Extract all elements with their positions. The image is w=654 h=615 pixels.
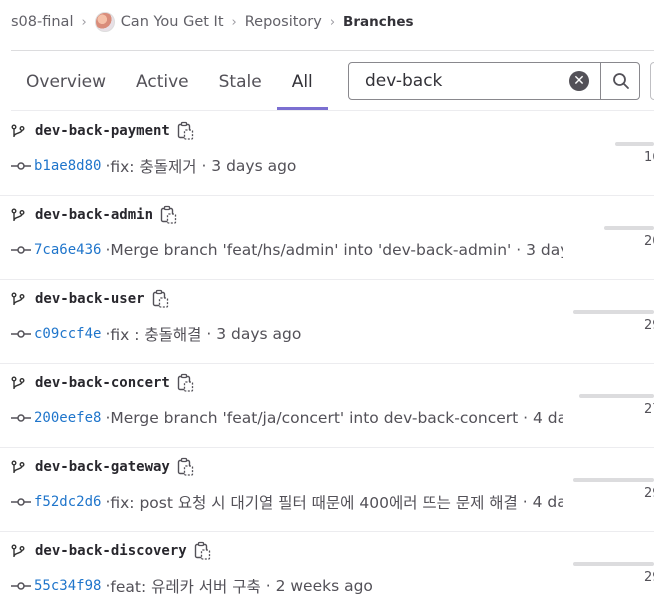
commit-separator: ·: [260, 577, 276, 595]
breadcrumb-section-link[interactable]: Repository: [245, 14, 322, 30]
commit-sha-link[interactable]: 7ca6e436: [34, 242, 101, 258]
commit-sha-link[interactable]: 200eefe8: [34, 410, 101, 426]
branch-name-link[interactable]: dev-back-discovery: [35, 543, 187, 559]
branch-icon: [11, 292, 25, 305]
copy-icon[interactable]: [177, 457, 195, 477]
commit-message-link[interactable]: fix: post 요청 시 대기열 필터 때문에 400에러 뜨는 문제 해결: [110, 491, 517, 513]
commit-time: 3 days ago: [211, 157, 297, 175]
project-avatar: [94, 12, 115, 32]
branch-search: ✕: [348, 62, 640, 100]
branch-name-link[interactable]: dev-back-payment: [35, 123, 170, 139]
branch-row: dev-back-gateway f52dc2d6 · fix: post 요청…: [0, 447, 654, 532]
branch-icon: [11, 544, 25, 557]
commit-sha-link[interactable]: 55c34f98: [34, 578, 101, 594]
breadcrumb-project-link[interactable]: Can You Get It: [121, 14, 224, 30]
tab-stale[interactable]: Stale: [204, 62, 277, 108]
commit-time: 4 days ago: [533, 409, 563, 427]
commit-separator: ·: [201, 325, 217, 343]
copy-icon[interactable]: [160, 205, 178, 225]
commit-time: 3 days ago: [216, 325, 302, 343]
branch-row: dev-back-discovery 55c34f98 · feat: 유레카 …: [0, 531, 654, 615]
tab-active[interactable]: Active: [121, 62, 204, 108]
commit-icon: [11, 162, 31, 170]
branch-name-link[interactable]: dev-back-concert: [35, 375, 170, 391]
commit-sha-link[interactable]: b1ae8d80: [34, 158, 101, 174]
commit-message-link[interactable]: Merge branch 'feat/ja/concert' into dev-…: [110, 409, 518, 427]
branch-row: dev-back-payment b1ae8d80 · fix: 충돌제거 · …: [0, 111, 654, 196]
branch-row: dev-back-admin 7ca6e436 · Merge branch '…: [0, 195, 654, 280]
copy-icon[interactable]: [177, 373, 195, 393]
branch-name-link[interactable]: dev-back-gateway: [35, 459, 170, 475]
commit-icon: [11, 330, 31, 338]
divergence-count: 16: [644, 150, 654, 165]
more-actions-button[interactable]: [650, 62, 654, 100]
chevron-right-icon: ›: [231, 14, 237, 30]
breadcrumb: s08-final › Can You Get It › Repository …: [11, 11, 414, 33]
breadcrumb-group-link[interactable]: s08-final: [11, 14, 73, 30]
copy-icon[interactable]: [194, 541, 212, 561]
branch-icon: [11, 460, 25, 473]
search-icon: [613, 73, 629, 89]
commit-icon: [11, 414, 31, 422]
tab-all[interactable]: All: [276, 62, 328, 110]
branch-icon: [11, 124, 25, 137]
divergence-count: 20: [644, 234, 654, 249]
commit-separator: ·: [511, 241, 527, 259]
commit-separator: ·: [517, 493, 533, 511]
commit-message-link[interactable]: fix: 충돌제거: [110, 155, 196, 177]
commit-icon: [11, 582, 31, 590]
divergence-count: 29: [644, 318, 654, 333]
branch-icon: [11, 376, 25, 389]
divergence-bar: [573, 310, 654, 314]
commit-sha-link[interactable]: f52dc2d6: [34, 494, 101, 510]
commit-sha-link[interactable]: c09ccf4e: [34, 326, 101, 342]
branch-icon: [11, 208, 25, 221]
commit-message-link[interactable]: Merge branch 'feat/hs/admin' into 'dev-b…: [110, 241, 511, 259]
commit-message-link[interactable]: feat: 유레카 서버 구축: [110, 575, 260, 597]
branch-row: dev-back-concert 200eefe8 · Merge branch…: [0, 363, 654, 448]
commit-time: 3 days ago: [526, 241, 563, 259]
search-button[interactable]: [600, 63, 641, 99]
commit-icon: [11, 498, 31, 506]
commit-separator: ·: [518, 409, 533, 427]
chevron-right-icon: ›: [81, 14, 87, 30]
divergence-bar: [579, 394, 654, 398]
chevron-right-icon: ›: [329, 14, 336, 30]
search-input[interactable]: [363, 70, 577, 92]
commit-separator: ·: [196, 157, 212, 175]
branch-row: dev-back-user c09ccf4e · fix : 충돌해결 · 3 …: [0, 279, 654, 364]
header-divider: [11, 50, 654, 51]
divergence-count: 29: [644, 570, 654, 585]
divergence-bar: [573, 562, 654, 566]
copy-icon[interactable]: [152, 289, 170, 309]
branch-name-link[interactable]: dev-back-user: [35, 291, 145, 307]
commit-time: 4 days ago: [532, 493, 563, 511]
tab-overview[interactable]: Overview: [11, 62, 121, 108]
divergence-bar: [604, 226, 654, 230]
branch-name-link[interactable]: dev-back-admin: [35, 207, 153, 223]
divergence-bar: [573, 478, 654, 482]
branch-tabs: Overview Active Stale All: [11, 62, 328, 110]
breadcrumb-current: Branches: [343, 14, 414, 30]
commit-icon: [11, 246, 31, 254]
commit-time: 2 weeks ago: [275, 577, 373, 595]
commit-message-link[interactable]: fix : 충돌해결: [110, 323, 201, 345]
copy-icon[interactable]: [177, 121, 195, 141]
clear-icon[interactable]: ✕: [569, 71, 589, 91]
divergence-bar: [615, 142, 654, 146]
divergence-count: 29: [644, 486, 654, 501]
divergence-count: 27: [644, 402, 654, 417]
